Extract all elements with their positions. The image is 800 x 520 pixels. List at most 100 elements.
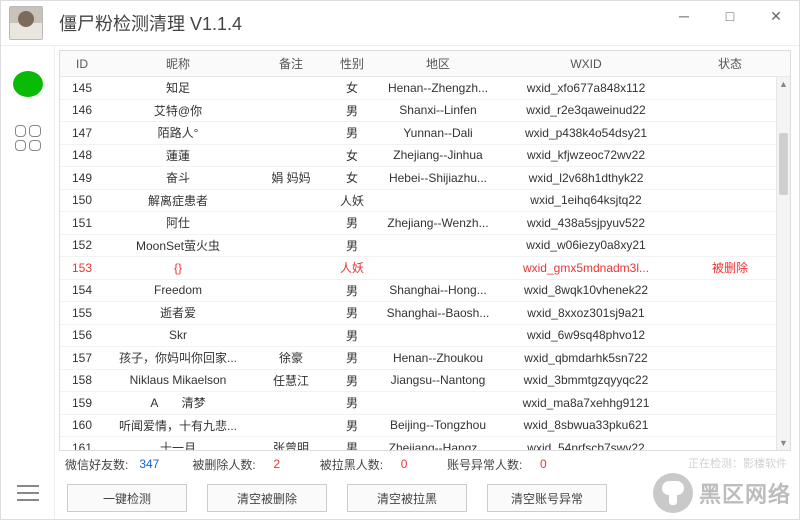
- cell: wxid_8xxoz301sj9a21: [502, 306, 670, 320]
- cell: wxid_gmx5mdnadm3l...: [502, 261, 670, 275]
- cell: 听闻爱情，十有九悲...: [104, 417, 252, 434]
- cell: 159: [60, 396, 104, 410]
- col-wxid[interactable]: WXID: [502, 57, 670, 71]
- cell: wxid_xfo677a848x112: [502, 81, 670, 95]
- cell: 艾特@你: [104, 102, 252, 119]
- table-row[interactable]: 148蓮蓮女Zhejiang--Jinhuawxid_kfjwzeoc72wv2…: [60, 145, 790, 168]
- cell: 陌路人°: [104, 124, 252, 141]
- cell: 人妖: [330, 259, 374, 276]
- table-row[interactable]: 158Niklaus Mikaelson任慧江男Jiangsu--Nantong…: [60, 370, 790, 393]
- cell: 160: [60, 418, 104, 432]
- table-row[interactable]: 146艾特@你男Shanxi--Linfenwxid_r2e3qaweinud2…: [60, 100, 790, 123]
- cell: 145: [60, 81, 104, 95]
- cell: 女: [330, 169, 374, 186]
- cell: 男: [330, 372, 374, 389]
- cell: 156: [60, 328, 104, 342]
- deleted-count-label: 被删除人数:: [192, 456, 255, 473]
- cell: 男: [330, 102, 374, 119]
- cell: 被删除: [670, 259, 790, 276]
- cell: Henan--Zhoukou: [374, 351, 502, 365]
- cell: 男: [330, 327, 374, 344]
- title-bar: 僵尸粉检测清理 V1.1.4 ─ □ ✕: [1, 1, 799, 46]
- cell: A 清梦: [104, 394, 252, 411]
- clear-abnormal-button[interactable]: 清空账号异常: [487, 484, 607, 512]
- cell: 男: [330, 349, 374, 366]
- status-text: 正在检测：影楼软件: [688, 455, 787, 471]
- clear-deleted-button[interactable]: 清空被删除: [207, 484, 327, 512]
- col-sex[interactable]: 性别: [330, 55, 374, 72]
- col-status[interactable]: 状态: [670, 55, 790, 72]
- cell: 徐豪: [252, 349, 330, 366]
- col-id[interactable]: ID: [60, 57, 104, 71]
- cell: MoonSet萤火虫: [104, 237, 252, 254]
- cell: wxid_kfjwzeoc72wv22: [502, 148, 670, 162]
- table-row[interactable]: 153{}人妖wxid_gmx5mdnadm3l...被删除: [60, 257, 790, 280]
- cell: Zhejiang--Hangz...: [374, 441, 502, 450]
- menu-icon[interactable]: [17, 485, 39, 501]
- table-row[interactable]: 154Freedom男Shanghai--Hong...wxid_8wqk10v…: [60, 280, 790, 303]
- cell: 149: [60, 171, 104, 185]
- cell: 十一月: [104, 439, 252, 450]
- stats-bar: 微信好友数: 347 被删除人数: 2 被拉黑人数: 0 账号异常人数: 0: [59, 451, 791, 477]
- maximize-button[interactable]: □: [707, 1, 753, 31]
- cell: Freedom: [104, 283, 252, 297]
- apps-icon[interactable]: [15, 125, 41, 151]
- table-row[interactable]: 151阿仕男Zhejiang--Wenzh...wxid_438a5sjpyuv…: [60, 212, 790, 235]
- blocked-count-value: 0: [387, 457, 421, 471]
- cell: wxid_54nrfscb7swv22: [502, 441, 670, 450]
- cell: 154: [60, 283, 104, 297]
- table-header: ID 昵称 备注 性别 地区 WXID 状态: [60, 51, 790, 77]
- abnormal-count-label: 账号异常人数:: [447, 456, 522, 473]
- col-remark[interactable]: 备注: [252, 55, 330, 72]
- detect-button[interactable]: 一键检测: [67, 484, 187, 512]
- cell: Henan--Zhengzh...: [374, 81, 502, 95]
- window-controls: ─ □ ✕: [661, 1, 799, 31]
- col-region[interactable]: 地区: [374, 55, 502, 72]
- table-row[interactable]: 156Skr 男 wxid_6w9sq48phvo12: [60, 325, 790, 348]
- cell: wxid_qbmdarhk5sn722: [502, 351, 670, 365]
- table-row[interactable]: 149奋斗娟 妈妈女Hebei--Shijiazhu...wxid_l2v68h…: [60, 167, 790, 190]
- cell: 男: [330, 439, 374, 450]
- cell: Skr: [104, 328, 252, 342]
- cell: Zhejiang--Wenzh...: [374, 216, 502, 230]
- cell: 任慧江: [252, 372, 330, 389]
- cell: wxid_3bmmtgzqyyqc22: [502, 373, 670, 387]
- cell: 解离症患者: [104, 192, 252, 209]
- cell: 人妖: [330, 192, 374, 209]
- cell: 蓮蓮: [104, 147, 252, 164]
- table-row[interactable]: 155逝者爱男Shanghai--Baosh...wxid_8xxoz301sj…: [60, 302, 790, 325]
- table-row[interactable]: 150解离症患者人妖wxid_1eihq64ksjtq22: [60, 190, 790, 213]
- table-row[interactable]: 147陌路人°男Yunnan--Daliwxid_p438k4o54dsy21: [60, 122, 790, 145]
- app-title: 僵尸粉检测清理 V1.1.4: [59, 10, 242, 36]
- table-row[interactable]: 161十一月张曾明男Zhejiang--Hangz...wxid_54nrfsc…: [60, 437, 790, 450]
- table-row[interactable]: 152MoonSet萤火虫男wxid_w06iezy0a8xy21: [60, 235, 790, 258]
- table-row[interactable]: 160听闻爱情，十有九悲...男Beijing--Tongzhouwxid_8s…: [60, 415, 790, 438]
- clear-blocked-button[interactable]: 清空被拉黑: [347, 484, 467, 512]
- cell: 奋斗: [104, 169, 252, 186]
- scroll-up-arrow[interactable]: ▲: [777, 77, 790, 91]
- cell: 153: [60, 261, 104, 275]
- close-button[interactable]: ✕: [753, 1, 799, 31]
- cell: 男: [330, 214, 374, 231]
- friends-table: ID 昵称 备注 性别 地区 WXID 状态 145知足女Henan--Zhen…: [59, 50, 791, 451]
- chat-icon[interactable]: [13, 71, 43, 97]
- table-row[interactable]: 157孩子，你妈叫你回家...徐豪男Henan--Zhoukouwxid_qbm…: [60, 347, 790, 370]
- cell: 男: [330, 417, 374, 434]
- scroll-down-arrow[interactable]: ▼: [777, 436, 790, 450]
- avatar[interactable]: [9, 6, 43, 40]
- cell: wxid_6w9sq48phvo12: [502, 328, 670, 342]
- cell: 知足: [104, 79, 252, 96]
- cell: wxid_1eihq64ksjtq22: [502, 193, 670, 207]
- table-row[interactable]: 145知足女Henan--Zhengzh...wxid_xfo677a848x1…: [60, 77, 790, 100]
- cell: 女: [330, 147, 374, 164]
- cell: Zhejiang--Jinhua: [374, 148, 502, 162]
- table-row[interactable]: 159A 清梦男wxid_ma8a7xehhg9121: [60, 392, 790, 415]
- col-nick[interactable]: 昵称: [104, 55, 252, 72]
- cell: wxid_ma8a7xehhg9121: [502, 396, 670, 410]
- vertical-scrollbar[interactable]: ▲ ▼: [776, 77, 790, 450]
- scroll-thumb[interactable]: [779, 133, 788, 195]
- blocked-count-label: 被拉黑人数:: [320, 456, 383, 473]
- abnormal-count-value: 0: [526, 457, 560, 471]
- minimize-button[interactable]: ─: [661, 1, 707, 31]
- cell: Shanghai--Hong...: [374, 283, 502, 297]
